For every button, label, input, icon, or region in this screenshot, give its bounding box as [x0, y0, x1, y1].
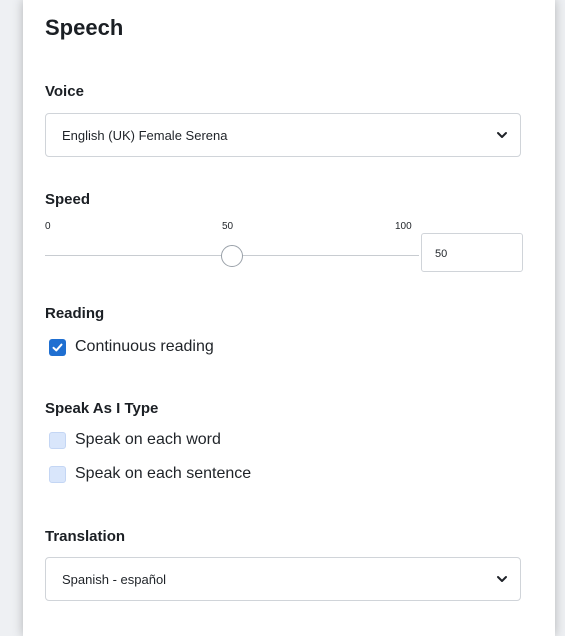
continuous-reading-box[interactable]: [49, 339, 66, 356]
speed-number-input[interactable]: 50: [421, 233, 523, 272]
speak-each-word-box[interactable]: [49, 432, 66, 449]
translation-label: Translation: [45, 528, 126, 545]
speed-input-value: 50: [435, 248, 448, 260]
reading-label: Reading: [45, 305, 105, 322]
chevron-down-icon: [497, 132, 507, 138]
speed-tick-min: 0: [45, 221, 51, 232]
speed-tick-max: 100: [395, 221, 412, 232]
checkmark-icon: [52, 343, 63, 352]
speed-label: Speed: [45, 191, 91, 208]
speak-as-i-type-label: Speak As I Type: [45, 400, 159, 417]
speak-each-sentence-label: Speak on each sentence: [75, 465, 252, 482]
speed-tick-mid: 50: [222, 221, 234, 232]
translation-select[interactable]: Spanish - español: [45, 557, 521, 601]
speak-each-sentence-box[interactable]: [49, 466, 66, 483]
speak-each-word-label: Speak on each word: [75, 431, 221, 448]
speech-settings-panel: Speech Voice English (UK) Female Serena …: [23, 0, 555, 636]
voice-select[interactable]: English (UK) Female Serena: [45, 113, 521, 157]
panel-title: Speech: [45, 15, 124, 40]
voice-selected-value: English (UK) Female Serena: [62, 128, 228, 143]
translation-selected-value: Spanish - español: [62, 572, 167, 587]
continuous-reading-label: Continuous reading: [75, 338, 214, 355]
chevron-down-icon: [497, 576, 507, 582]
speed-slider-thumb[interactable]: [221, 245, 243, 267]
voice-label: Voice: [45, 83, 84, 100]
